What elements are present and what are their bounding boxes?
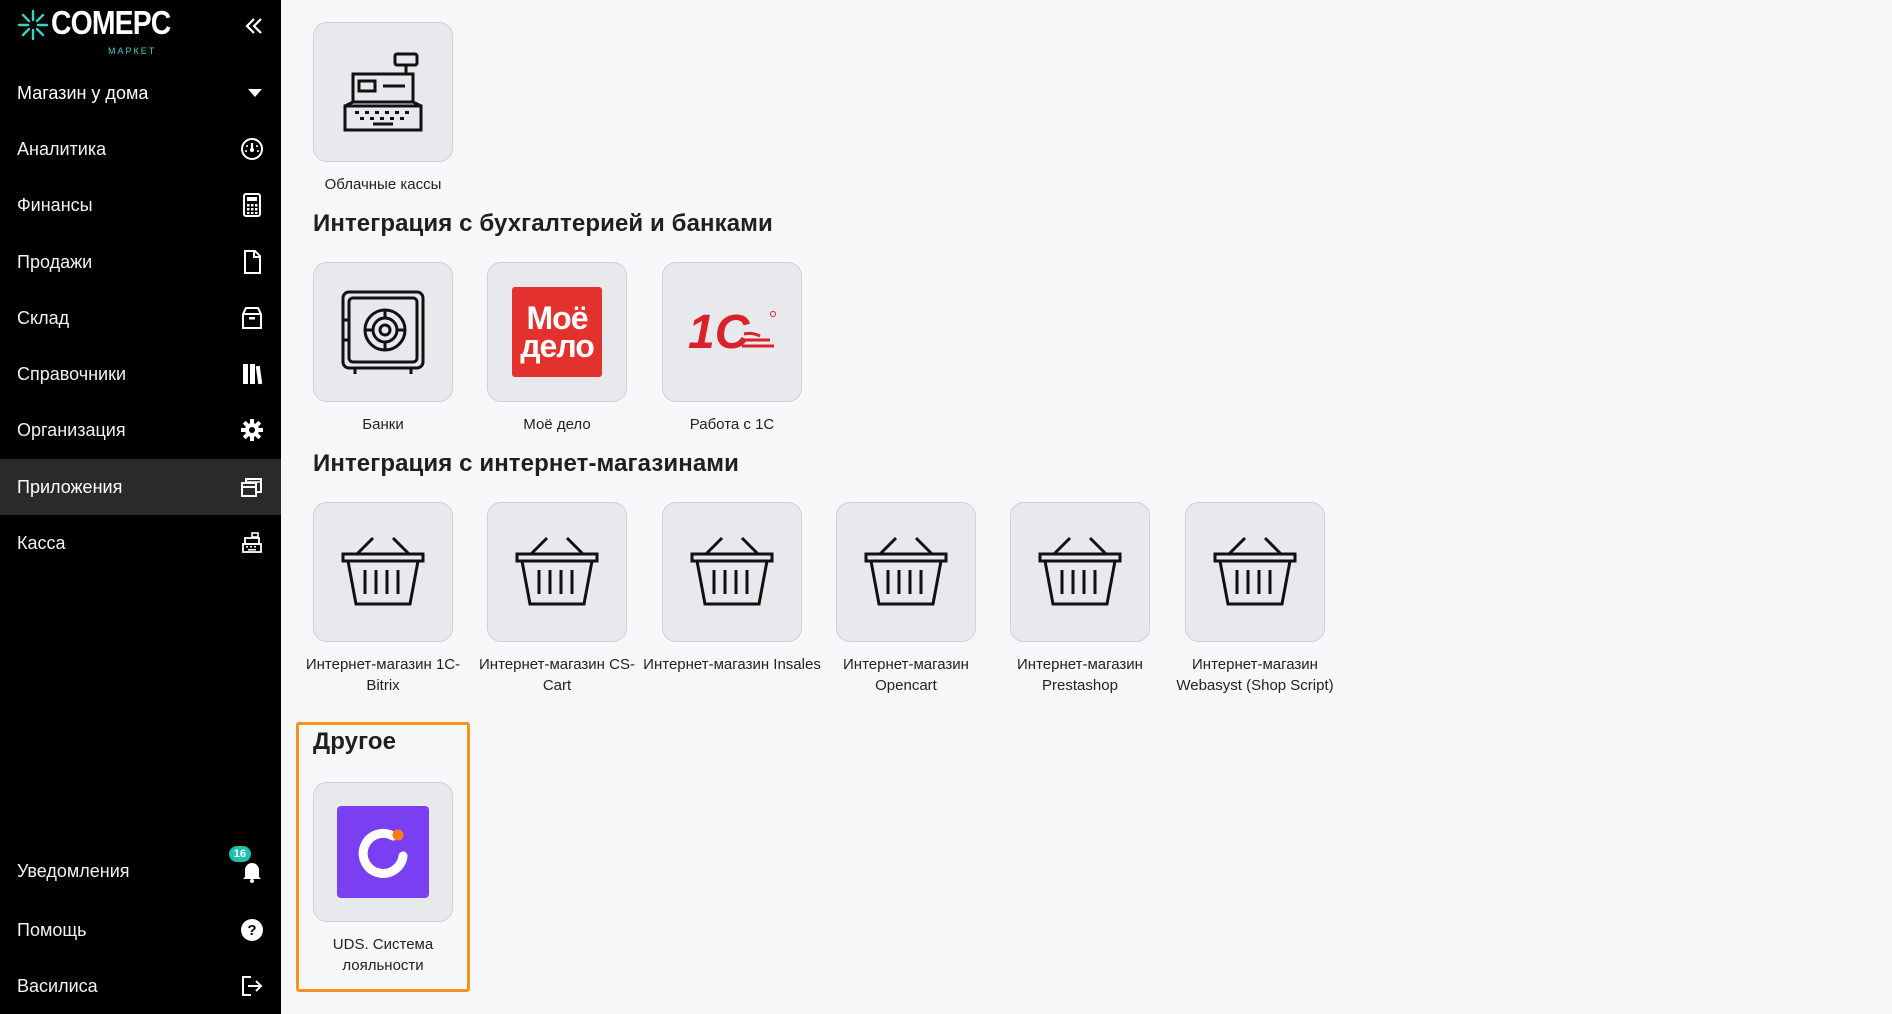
sidebar-item-notifications[interactable]: Уведомления 16 bbox=[0, 843, 281, 899]
sidebar-item-analytics[interactable]: Аналитика bbox=[0, 121, 281, 177]
app-tile-label: Интернет-магазин 1C-Bitrix bbox=[305, 656, 461, 694]
basket-icon bbox=[1213, 536, 1297, 606]
app-tile-shop[interactable]: Интернет-магазин CS-Cart bbox=[479, 502, 635, 696]
logo-burst-icon bbox=[17, 9, 49, 41]
sidebar-item-organization[interactable]: Организация bbox=[0, 402, 281, 458]
logout-icon bbox=[239, 973, 265, 999]
sidebar-item-label: Организация bbox=[17, 419, 126, 440]
app-tile-box bbox=[313, 22, 453, 162]
app-tile-box bbox=[1010, 502, 1150, 642]
app-tile-shop[interactable]: Интернет-магазин 1C-Bitrix bbox=[306, 502, 460, 696]
sidebar-item-label: Василиса bbox=[17, 975, 98, 996]
calculator-icon bbox=[239, 192, 265, 218]
basket-icon bbox=[690, 536, 774, 606]
basket-icon bbox=[515, 536, 599, 606]
store-selector-label: Магазин у дома bbox=[17, 82, 149, 103]
basket-icon bbox=[341, 536, 425, 606]
store-selector[interactable]: Магазин у дома bbox=[0, 70, 281, 116]
sidebar-item-label: Финансы bbox=[17, 194, 93, 215]
app-tile-label: Моё дело bbox=[523, 416, 591, 433]
gauge-icon bbox=[239, 136, 265, 162]
cash-register-icon bbox=[343, 52, 423, 132]
uds-logo bbox=[337, 806, 429, 898]
sidebar-item-finance[interactable]: Финансы bbox=[0, 177, 281, 233]
svg-text:?: ? bbox=[247, 922, 256, 939]
notification-count-badge: 16 bbox=[228, 846, 251, 862]
app-tile-uds[interactable]: UDS. Система лояльности bbox=[313, 782, 453, 976]
app-tile-label: Банки bbox=[362, 416, 404, 433]
uds-ring-icon bbox=[358, 828, 408, 878]
sidebar-item-label: Уведомления bbox=[17, 860, 130, 881]
sidebar-item-label: Касса bbox=[17, 532, 66, 553]
app-tile-box bbox=[313, 502, 453, 642]
app-tile-label: Интернет-магазин Webasyst (Shop Script) bbox=[1176, 656, 1334, 694]
section-title-shops: Интеграция с интернет-магазинами bbox=[313, 450, 739, 477]
app-tile-box bbox=[662, 502, 802, 642]
app-tile-shop[interactable]: Интернет-магазин Prestashop bbox=[1010, 502, 1150, 696]
app-tile-box bbox=[313, 782, 453, 922]
windows-icon bbox=[239, 474, 265, 500]
gear-icon bbox=[239, 417, 265, 443]
section-title-other: Другое bbox=[313, 728, 397, 755]
basket-icon bbox=[864, 536, 948, 606]
app-tile-box bbox=[313, 262, 453, 402]
logo-subtitle: МАРКЕТ bbox=[108, 46, 157, 56]
help-icon: ? bbox=[239, 917, 265, 943]
sidebar-item-warehouse[interactable]: Склад bbox=[0, 290, 281, 346]
app-tile-label: UDS. Система лояльности bbox=[332, 936, 434, 974]
sidebar-item-label: Аналитика bbox=[17, 138, 107, 159]
books-icon bbox=[239, 361, 265, 387]
safe-icon bbox=[341, 290, 425, 374]
moe-delo-logo-text-2: дело bbox=[520, 328, 595, 364]
app-tile-shop[interactable]: Интернет-магазин Webasyst (Shop Script) bbox=[1176, 502, 1334, 696]
app-tile-moe-delo[interactable]: Моё дело Моё дело bbox=[487, 262, 627, 435]
app-tile-shop[interactable]: Интернет-магазин Opencart bbox=[836, 502, 976, 696]
one-c-logo: 1С bbox=[688, 306, 776, 359]
collapse-sidebar-button[interactable] bbox=[240, 12, 268, 40]
brand-logo[interactable]: COMEPC МАРКЕТ bbox=[16, 4, 190, 56]
app-tile-cloud-registers[interactable]: Облачные кассы bbox=[313, 22, 453, 195]
section-title-accounting: Интеграция с бухгалтерией и банками bbox=[313, 210, 773, 237]
sidebar-item-label: Справочники bbox=[17, 363, 127, 384]
app-tile-box bbox=[1185, 502, 1325, 642]
sidebar-item-user[interactable]: Василиса bbox=[0, 958, 281, 1014]
app-tile-label: Работа с 1С bbox=[689, 416, 775, 433]
sidebar-item-label: Продажи bbox=[17, 251, 93, 272]
box-icon bbox=[239, 305, 265, 331]
sidebar-item-references[interactable]: Справочники bbox=[0, 346, 281, 402]
sidebar-item-cashier[interactable]: Касса bbox=[0, 515, 281, 571]
sidebar-item-label: Помощь bbox=[17, 919, 87, 940]
app-tile-box bbox=[487, 502, 627, 642]
double-chevron-left-icon bbox=[245, 18, 262, 34]
moe-delo-logo: Моё дело bbox=[512, 287, 602, 377]
sidebar-item-label: Склад bbox=[17, 307, 70, 328]
app-tile-label: Облачные кассы bbox=[324, 176, 442, 193]
sidebar-item-sales[interactable]: Продажи bbox=[0, 234, 281, 290]
app-tile-label: Интернет-магазин Opencart bbox=[843, 656, 969, 694]
app-tile-box: 1С bbox=[662, 262, 802, 402]
app-tile-shop[interactable]: Интернет-магазин Insales bbox=[643, 502, 821, 675]
app-tile-label: Интернет-магазин Prestashop bbox=[1017, 656, 1143, 694]
app-tile-label: Интернет-магазин Insales bbox=[643, 656, 821, 673]
sidebar: COMEPC МАРКЕТ Магазин у дома Аналитика Ф… bbox=[0, 0, 281, 1014]
sidebar-item-apps[interactable]: Приложения bbox=[0, 459, 281, 515]
app-tile-box: Моё дело bbox=[487, 262, 627, 402]
cash-register-icon bbox=[239, 530, 265, 556]
app-tile-banks[interactable]: Банки bbox=[313, 262, 453, 435]
app-tile-1c[interactable]: 1С Работа с 1С bbox=[662, 262, 802, 435]
sidebar-item-label: Приложения bbox=[17, 476, 123, 497]
app-tile-box bbox=[836, 502, 976, 642]
basket-icon bbox=[1038, 536, 1122, 606]
document-icon bbox=[239, 249, 265, 275]
sidebar-item-help[interactable]: Помощь ? bbox=[0, 902, 281, 958]
one-c-logo-text: 1С bbox=[688, 306, 751, 359]
logo-wordmark: COMEPC bbox=[51, 4, 171, 41]
app-tile-label: Интернет-магазин CS-Cart bbox=[479, 656, 635, 694]
caret-down-icon bbox=[248, 89, 262, 97]
